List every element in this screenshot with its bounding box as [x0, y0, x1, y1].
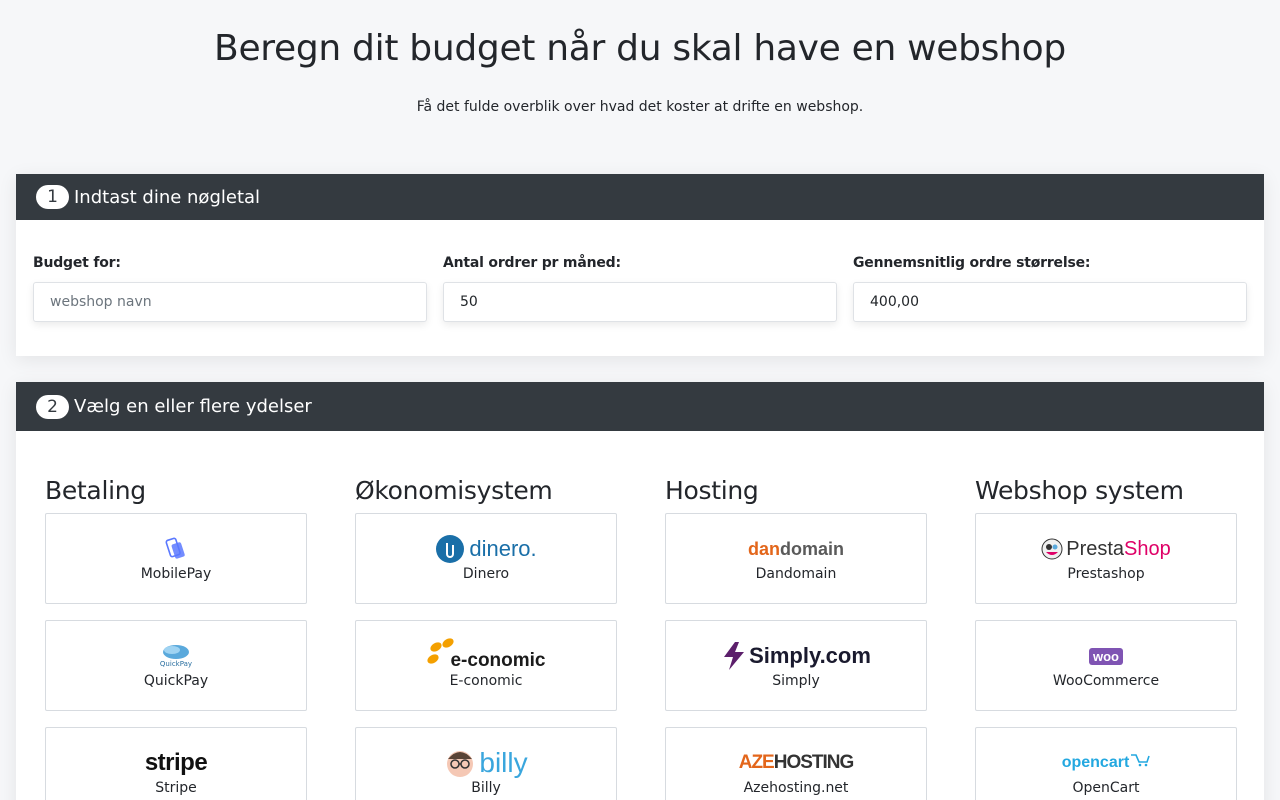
service-tile-dandomain[interactable]: dan domain Dandomain: [665, 513, 927, 604]
hosting-column: Hosting dan domain Dandomain Simply.com S…: [665, 475, 927, 800]
dandomain-logo: dan domain: [748, 532, 844, 566]
service-tile-simply[interactable]: Simply.com Simply: [665, 620, 927, 711]
azehosting-logo-text-b: HOSTING: [773, 752, 855, 773]
avg-order-size-input[interactable]: [853, 282, 1247, 322]
webshop-system-column: Webshop system Presta Shop Prestashop woo: [975, 475, 1237, 800]
service-tile-opencart[interactable]: opencart OpenCart: [975, 727, 1237, 800]
page-title: Beregn dit budget når du skal have en we…: [214, 28, 1066, 69]
service-name: Simply: [772, 673, 820, 689]
key-figures-card: 1 Indtast dine nøgletal Budget for: Anta…: [16, 174, 1264, 356]
service-name: E-conomic: [449, 673, 523, 689]
billy-logo-text: billy: [479, 747, 528, 778]
avg-order-size-field: Gennemsnitlig ordre størrelse:: [853, 254, 1247, 322]
service-name: WooCommerce: [1052, 673, 1160, 689]
key-figures-header: 1 Indtast dine nøgletal: [16, 174, 1264, 220]
woocommerce-logo: woo: [1089, 639, 1123, 673]
services-card: 2 Vælg en eller flere ydelser Betaling M…: [16, 382, 1264, 800]
opencart-logo: opencart: [1062, 746, 1151, 780]
column-title: Betaling: [45, 476, 146, 505]
e-conomic-logo-text: e-conomic: [450, 650, 546, 671]
service-name: Azehosting.net: [743, 780, 849, 796]
step-title: Vælg en eller flere ydelser: [74, 396, 312, 417]
key-figures-fields: Budget for: Antal ordrer pr måned: Genne…: [33, 254, 1247, 322]
service-name: Prestashop: [1067, 566, 1145, 582]
prestashop-logo-text-a: Presta: [1066, 537, 1125, 560]
quickpay-logo: QuickPay: [160, 639, 192, 673]
stripe-logo: stripe: [144, 746, 208, 780]
service-name: OpenCart: [1072, 780, 1140, 796]
page-subtitle: Få det fulde overblik over hvad det kost…: [416, 99, 864, 115]
woocommerce-logo-text: woo: [1089, 647, 1123, 665]
dandomain-logo-text-a: dan: [747, 538, 780, 559]
prestashop-logo: Presta Shop: [1041, 532, 1171, 566]
service-columns: Betaling MobilePay QuickPay QuickPay str…: [45, 475, 1237, 800]
service-tile-billy[interactable]: billy Billy: [355, 727, 617, 800]
simply-logo: Simply.com: [721, 639, 871, 673]
orders-per-month-input[interactable]: [443, 282, 837, 322]
step-title: Indtast dine nøgletal: [74, 186, 261, 208]
service-name: Dinero: [462, 566, 510, 582]
service-name: MobilePay: [140, 566, 212, 582]
step-number-badge: 2: [36, 394, 69, 419]
budget-for-label: Budget for:: [33, 255, 121, 271]
service-tile-stripe[interactable]: stripe Stripe: [45, 727, 307, 800]
simply-logo-text: Simply.com: [749, 643, 871, 668]
column-title: Hosting: [665, 476, 759, 505]
payment-column: Betaling MobilePay QuickPay QuickPay str…: [45, 475, 307, 800]
billy-logo: billy: [444, 746, 528, 780]
prestashop-logo-text-b: Shop: [1124, 537, 1171, 560]
mobilepay-logo: [164, 532, 188, 566]
step-number-badge: 1: [36, 185, 69, 209]
service-name: Dandomain: [755, 566, 837, 582]
service-tile-azehosting[interactable]: AZE HOSTING Azehosting.net: [665, 727, 927, 800]
avg-order-size-label: Gennemsnitlig ordre størrelse:: [853, 255, 1091, 271]
column-title: Webshop system: [975, 476, 1184, 505]
service-tile-e-conomic[interactable]: e-conomic E-conomic: [355, 620, 617, 711]
service-tile-dinero[interactable]: dinero. Dinero: [355, 513, 617, 604]
column-title: Økonomisystem: [355, 476, 553, 505]
azehosting-logo: AZE HOSTING: [738, 746, 855, 780]
budget-for-input[interactable]: [33, 282, 427, 322]
stripe-logo-text: stripe: [144, 749, 208, 776]
service-tile-mobilepay[interactable]: MobilePay: [45, 513, 307, 604]
service-name: QuickPay: [143, 673, 209, 689]
service-tile-quickpay[interactable]: QuickPay QuickPay: [45, 620, 307, 711]
opencart-logo-text: opencart: [1061, 754, 1130, 771]
service-name: Stripe: [155, 780, 197, 796]
services-header: 2 Vælg en eller flere ydelser: [16, 382, 1264, 431]
azehosting-logo-text-a: AZE: [738, 752, 775, 773]
dinero-logo-text: dinero.: [469, 536, 537, 561]
service-tile-prestashop[interactable]: Presta Shop Prestashop: [975, 513, 1237, 604]
service-tile-woocommerce[interactable]: woo WooCommerce: [975, 620, 1237, 711]
dandomain-logo-text-b: domain: [780, 538, 845, 559]
dinero-logo: dinero.: [435, 532, 537, 566]
orders-per-month-field: Antal ordrer pr måned:: [443, 254, 837, 322]
budget-for-field: Budget for:: [33, 254, 427, 322]
quickpay-logo-text: QuickPay: [159, 660, 193, 668]
e-conomic-logo: e-conomic: [426, 638, 546, 673]
accounting-column: Økonomisystem dinero. Dinero e-conomic E…: [355, 475, 617, 800]
orders-per-month-label: Antal ordrer pr måned:: [443, 255, 621, 271]
service-name: Billy: [471, 780, 501, 796]
